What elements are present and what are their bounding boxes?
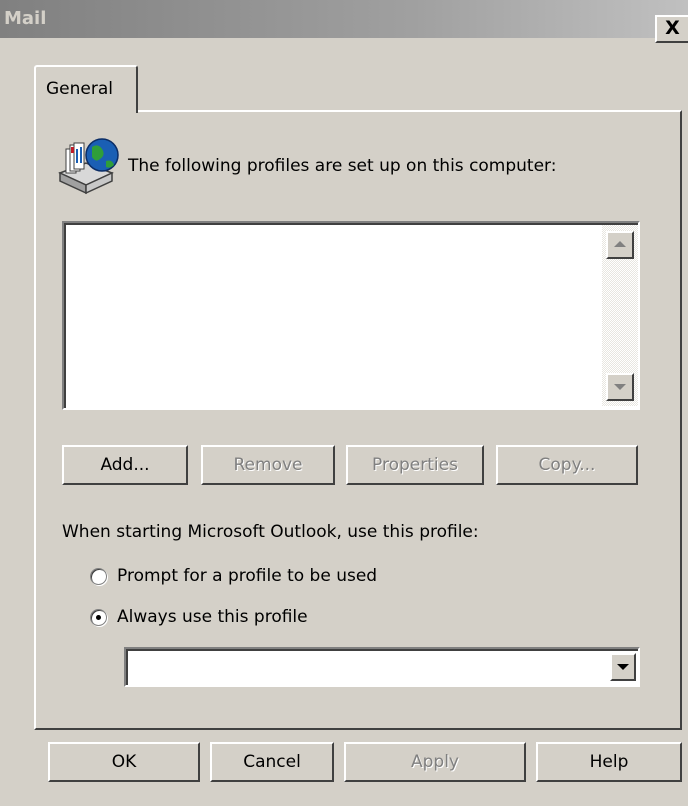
tab-general[interactable]: General xyxy=(34,65,138,113)
apply-button[interactable]: Apply xyxy=(344,742,526,782)
tab-general-label: General xyxy=(46,79,113,99)
help-button[interactable]: Help xyxy=(536,742,682,782)
window-title: Mail xyxy=(4,8,47,29)
ok-button[interactable]: OK xyxy=(48,742,200,782)
close-icon: X xyxy=(665,17,680,39)
title-bar[interactable]: Mail xyxy=(0,0,688,38)
general-tab-panel xyxy=(34,110,682,730)
mail-dialog: Mail X General The following profiles ar… xyxy=(0,0,688,806)
cancel-button[interactable]: Cancel xyxy=(210,742,334,782)
close-button[interactable]: X xyxy=(655,15,688,43)
